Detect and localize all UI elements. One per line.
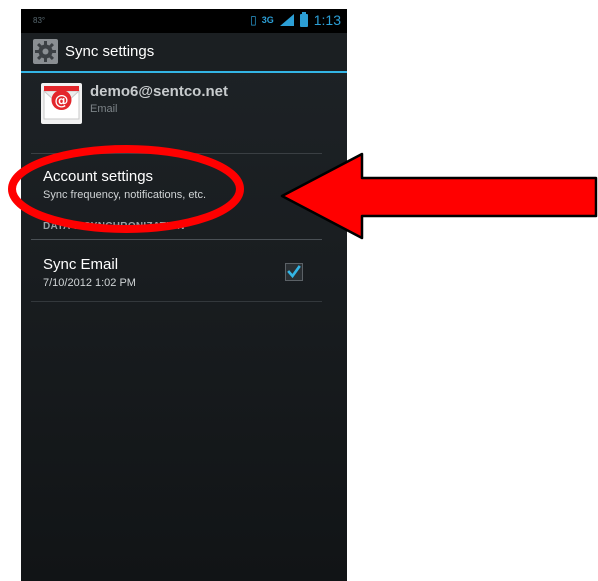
network-type-icon: 3G <box>261 14 274 25</box>
status-notification-text: 83° <box>33 16 46 25</box>
sync-email-item[interactable]: Sync Email 7/10/2012 1:02 PM <box>21 247 347 299</box>
svg-text:@: @ <box>55 93 69 109</box>
gear-icon[interactable] <box>33 39 58 64</box>
action-bar: Sync settings <box>21 33 347 73</box>
status-icons: ▯ 3G 1:13 <box>250 11 341 28</box>
red-arrow-annotation <box>280 152 598 240</box>
sync-email-title: Sync Email <box>43 256 119 273</box>
clock: 1:13 <box>313 12 341 28</box>
checkmark-icon <box>287 265 301 279</box>
status-bar: 83° ▯ 3G 1:13 <box>21 9 347 33</box>
phone-screen: 83° ▯ 3G 1:13 Sync settings @ demo6@sent… <box>21 9 347 581</box>
battery-icon <box>299 11 308 27</box>
highlight-ellipse-annotation <box>8 145 244 233</box>
divider <box>31 301 322 302</box>
section-divider <box>31 239 322 240</box>
sync-email-last-sync: 7/10/2012 1:02 PM <box>43 277 136 289</box>
account-type: Email <box>90 103 118 115</box>
vibrate-icon: ▯ <box>250 13 257 27</box>
network-type-label: 3G <box>261 14 274 25</box>
page-title: Sync settings <box>65 43 155 60</box>
account-address: demo6@sentco.net <box>90 83 228 100</box>
signal-icon <box>279 14 294 26</box>
sync-email-checkbox[interactable] <box>285 263 303 281</box>
email-app-icon: @ <box>41 83 82 124</box>
